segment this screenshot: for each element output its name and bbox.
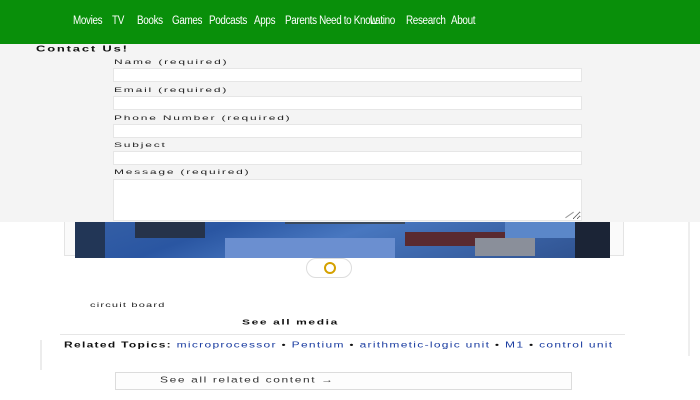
image-detail (225, 238, 395, 258)
name-field[interactable] (113, 68, 582, 82)
nav-item-research[interactable]: Research (406, 15, 446, 27)
related-topic-link[interactable]: microprocessor (177, 340, 277, 350)
related-topics: Related Topics: microprocessor • Pentium… (64, 339, 624, 350)
name-label: Name (required) (114, 58, 229, 66)
topic-separator: • (281, 339, 287, 350)
image-detail (475, 238, 535, 256)
topic-separator: • (349, 339, 355, 350)
nav-item-podcasts[interactable]: Podcasts (209, 15, 247, 27)
see-all-related-label: See all related content → (160, 375, 335, 385)
nav-item-parents-need-to-know[interactable]: Parents Need to Know (285, 15, 377, 27)
message-textarea[interactable] (113, 179, 582, 221)
related-topic-link[interactable]: arithmetic-logic unit (360, 340, 491, 350)
subject-label: Subject (114, 141, 167, 149)
related-topic-link[interactable]: control unit (539, 340, 613, 350)
side-rule (40, 340, 42, 370)
related-topics-label: Related Topics: (64, 339, 172, 350)
topic-separator: • (494, 339, 501, 350)
nav-item-about[interactable]: About (451, 15, 475, 27)
nav-item-latino[interactable]: Latino (370, 15, 395, 27)
nav-item-tv[interactable]: TV (112, 15, 124, 27)
contact-form-panel: Contact Us! Name (required) Email (requi… (0, 44, 700, 223)
see-all-related-button[interactable]: See all related content → (115, 372, 572, 390)
media-caption: circuit board (90, 302, 166, 309)
nav-item-movies[interactable]: Movies (73, 15, 103, 27)
nav-item-games[interactable]: Games (172, 15, 203, 27)
top-navigation-bar: Movies TV Books Games Podcasts Apps Pare… (0, 0, 700, 44)
contact-title: Contact Us! (36, 44, 129, 54)
email-label: Email (required) (114, 86, 229, 94)
phone-field[interactable] (113, 124, 582, 138)
zoom-image-button[interactable] (306, 258, 352, 278)
topic-separator: • (528, 339, 535, 350)
subject-field[interactable] (113, 151, 582, 165)
see-all-media-link[interactable]: See all media (242, 318, 339, 326)
section-divider (60, 334, 625, 335)
message-label: Message (required) (114, 168, 251, 176)
related-topic-link[interactable]: Pentium (292, 340, 345, 350)
magnifier-icon (324, 262, 336, 274)
nav-item-apps[interactable]: Apps (254, 15, 276, 27)
related-topic-link[interactable]: M1 (505, 340, 524, 350)
phone-label: Phone Number (required) (114, 114, 292, 122)
email-field[interactable] (113, 96, 582, 110)
nav-item-books[interactable]: Books (137, 15, 163, 27)
